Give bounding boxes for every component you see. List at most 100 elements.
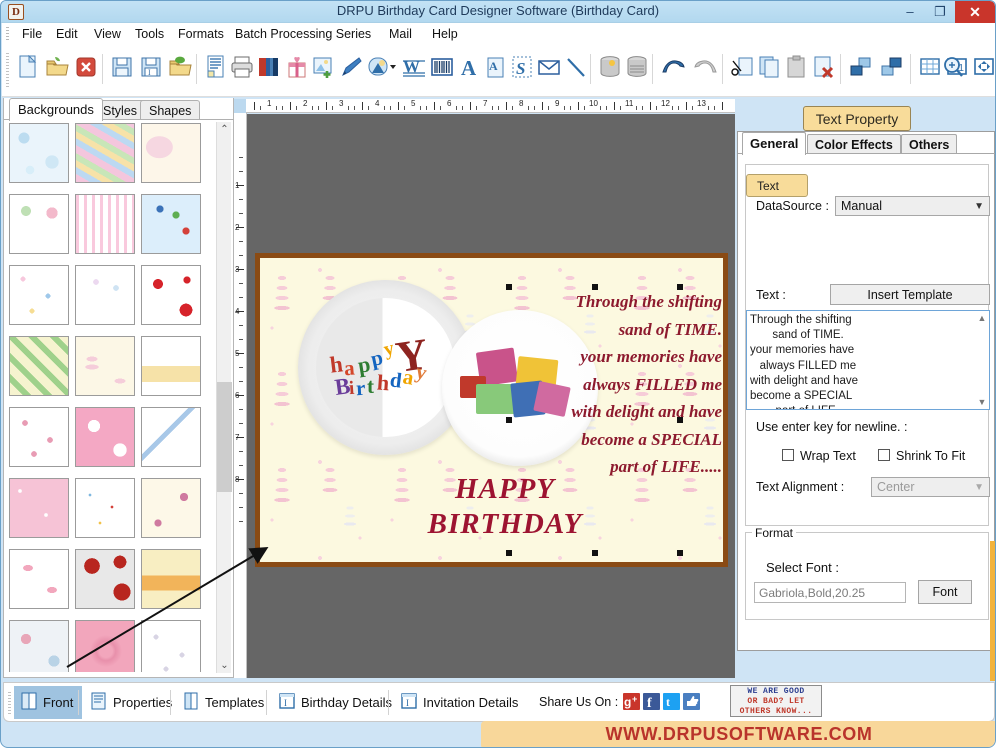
background-thumbnail-grid[interactable] [9, 123, 217, 672]
close-document-icon[interactable] [72, 51, 100, 85]
open-folder-icon[interactable] [43, 51, 71, 85]
selection-handle[interactable] [677, 417, 683, 423]
menu-formats[interactable]: Formats [172, 26, 230, 43]
copy-icon[interactable] [756, 51, 784, 85]
scroll-up-arrow[interactable]: ⌃ [217, 122, 232, 137]
print-preview-icon[interactable] [255, 51, 283, 85]
tab-backgrounds[interactable]: Backgrounds [9, 98, 103, 121]
menu-edit[interactable]: Edit [50, 26, 84, 43]
sidebar-item-birthday-details[interactable]: I Birthday Details [272, 686, 401, 719]
background-thumb-outline-hearts[interactable] [9, 265, 69, 325]
background-thumb-pink-hearts-stripes[interactable] [75, 194, 135, 254]
shape-fill-icon[interactable] [365, 51, 399, 85]
background-thumb-pastel-brush[interactable] [75, 123, 135, 183]
paste-icon[interactable] [783, 51, 811, 85]
google-plus-icon[interactable]: g + [623, 693, 640, 710]
menu-file[interactable]: File [16, 26, 48, 43]
delete-icon[interactable] [810, 51, 838, 85]
shrink-to-fit-checkbox[interactable] [878, 449, 890, 461]
save-as-icon[interactable]: I [137, 51, 165, 85]
sidebar-item-front[interactable]: Front [14, 686, 83, 719]
insert-template-button[interactable]: Insert Template [830, 284, 990, 305]
cut-icon[interactable] [729, 51, 757, 85]
text-content-textarea[interactable]: Through the shifting sand of TIME. your … [746, 310, 990, 410]
font-field[interactable]: Gabriola,Bold,20.25 [754, 582, 906, 603]
background-thumb-bubbles-blue[interactable] [9, 123, 69, 183]
feedback-badge[interactable]: WE ARE GOOD OR BAD? LET OTHERS KNOW... [730, 685, 822, 717]
menu-batch-processing-series[interactable]: Batch Processing Series [229, 26, 377, 43]
wrap-text-checkbox[interactable] [782, 449, 794, 461]
menu-grip[interactable] [6, 27, 9, 41]
scroll-down-arrow[interactable]: ▼ [975, 395, 989, 409]
sidebar-item-invitation-details[interactable]: I Invitation Details [394, 686, 527, 719]
background-thumb-rose-buds[interactable] [9, 407, 69, 467]
text-box-icon[interactable]: A [481, 51, 509, 85]
database-icon[interactable] [596, 51, 624, 85]
line-tool-icon[interactable] [562, 51, 590, 85]
selection-handle[interactable] [506, 284, 512, 290]
background-thumb-grey-flowers[interactable] [141, 620, 201, 672]
text-icon[interactable]: A [455, 51, 483, 85]
selection-handle[interactable] [592, 550, 598, 556]
sidebar-item-properties[interactable]: Properties [84, 686, 181, 719]
happy-birthday-artwork[interactable]: h a p p y Y B i r t h d a y [328, 329, 460, 416]
background-thumb-cherry-blossom[interactable] [141, 478, 201, 538]
close-button[interactable]: ✕ [955, 1, 995, 23]
background-thumb-balloon-bunches[interactable] [75, 265, 135, 325]
export-icon[interactable] [166, 51, 194, 85]
vertical-ruler[interactable]: 1 2 3 4 5 6 7 8 [234, 113, 247, 678]
tab-shapes[interactable]: Shapes [140, 100, 201, 120]
font-button[interactable]: Font [918, 580, 972, 604]
selection-handle[interactable] [506, 550, 512, 556]
undo-icon[interactable] [658, 51, 690, 85]
new-document-icon[interactable] [14, 51, 42, 85]
fit-to-window-icon[interactable] [970, 51, 995, 85]
background-thumb-pink-texture[interactable] [9, 478, 69, 538]
birthday-card[interactable]: h a p p y Y B i r t h d a y HAPPY BIRTHD… [255, 253, 728, 567]
background-thumb-pink-roses[interactable] [75, 620, 135, 672]
twitter-icon[interactable]: t [663, 693, 680, 710]
card-title-text[interactable]: HAPPY BIRTHDAY [390, 472, 620, 543]
background-thumb-birthday-cake-yellow[interactable] [141, 549, 201, 609]
tab-others[interactable]: Others [901, 134, 958, 154]
mail-icon[interactable] [535, 51, 563, 85]
scrollbar-thumb[interactable] [217, 382, 232, 492]
signature-icon[interactable]: S [508, 51, 536, 85]
background-thumb-pink-hearts-bold[interactable] [75, 407, 135, 467]
minimize-button[interactable]: – [895, 1, 925, 23]
pen-tool-icon[interactable] [338, 51, 366, 85]
database-series-icon[interactable] [623, 51, 651, 85]
thumbs-up-icon[interactable] [683, 693, 700, 710]
design-canvas[interactable]: h a p p y Y B i r t h d a y HAPPY BIRTHD… [247, 114, 735, 678]
sidebar-item-templates[interactable]: Templates [176, 686, 273, 719]
send-to-back-icon[interactable] [877, 51, 909, 85]
tab-general[interactable]: General [742, 132, 807, 155]
zoom-in-icon[interactable] [939, 51, 967, 85]
background-thumb-soft-pink-wash[interactable] [141, 123, 201, 183]
background-thumb-pink-cupcakes[interactable] [9, 549, 69, 609]
background-thumb-balloons-sky[interactable] [141, 194, 201, 254]
background-thumb-happy-birthday-balloons[interactable] [9, 194, 69, 254]
page-setup-icon[interactable] [202, 51, 230, 85]
textarea-scrollbar[interactable]: ▲ ▼ [975, 311, 989, 409]
scroll-up-arrow[interactable]: ▲ [975, 311, 989, 325]
background-thumb-party-hats[interactable] [141, 407, 201, 467]
background-thumb-confetti-party[interactable] [141, 336, 201, 396]
background-thumb-red-hearts[interactable] [141, 265, 201, 325]
menu-view[interactable]: View [88, 26, 127, 43]
facebook-icon[interactable]: f [643, 693, 660, 711]
background-thumb-pink-cakes[interactable] [75, 336, 135, 396]
background-thumb-green-diagonal-stripes[interactable] [9, 336, 69, 396]
menu-mail[interactable]: Mail [383, 26, 418, 43]
bring-to-front-icon[interactable] [846, 51, 878, 85]
save-icon[interactable] [108, 51, 136, 85]
insert-image-icon[interactable] [310, 51, 338, 85]
redo-icon[interactable] [689, 51, 721, 85]
barcode-icon[interactable] [428, 51, 456, 85]
background-thumb-confetti-dots[interactable] [75, 478, 135, 538]
statusbar-grip[interactable] [8, 692, 11, 714]
backgrounds-scrollbar[interactable]: ⌃ ⌄ [216, 122, 232, 673]
gift-card-icon[interactable] [283, 51, 311, 85]
card-verse-text[interactable]: Through the shifting sand of TIME. your … [510, 288, 722, 481]
scroll-down-arrow[interactable]: ⌄ [217, 658, 232, 673]
